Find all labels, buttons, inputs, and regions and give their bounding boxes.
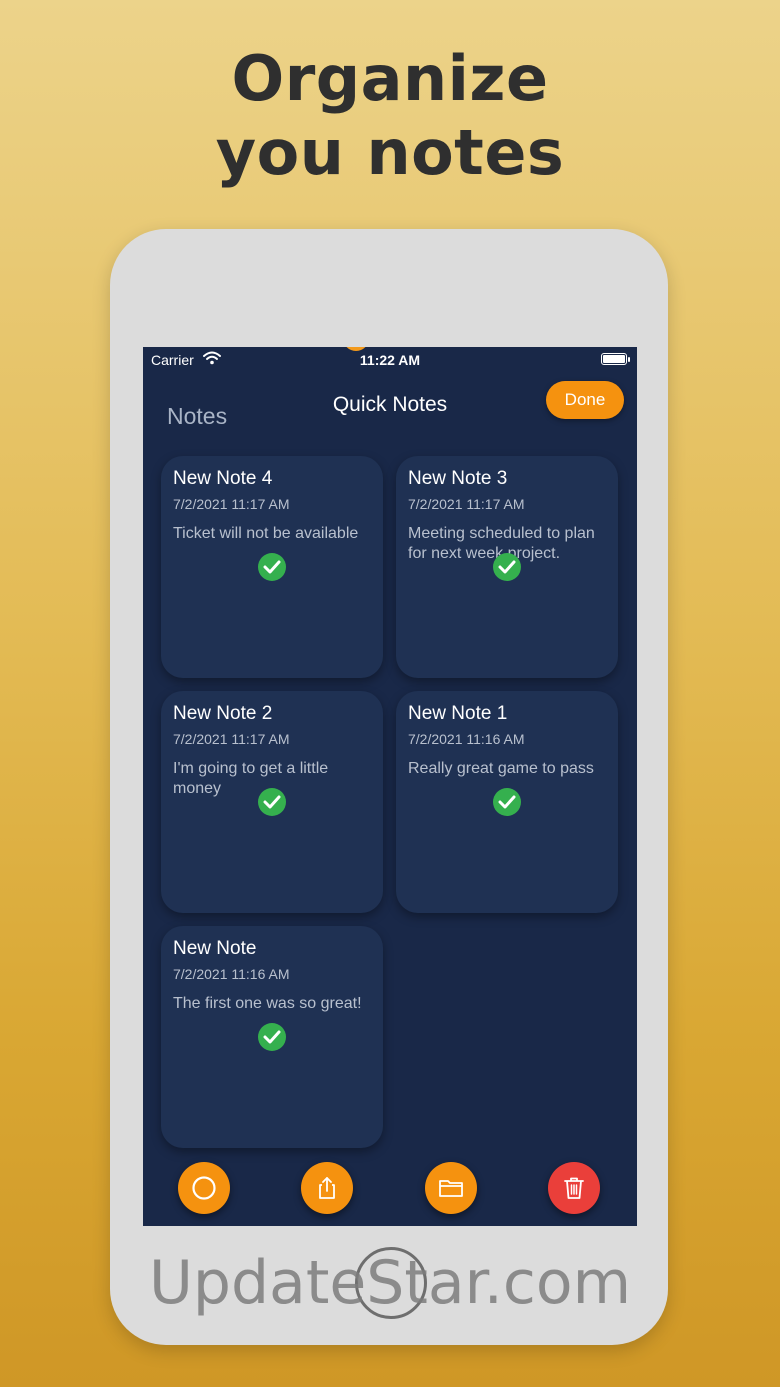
headline-line-2: you notes <box>215 116 565 189</box>
watermark: UpdateStar.com <box>148 1248 632 1318</box>
status-bar: Carrier 11:22 AM <box>143 347 637 373</box>
select-all-button[interactable] <box>178 1162 230 1214</box>
note-title: New Note <box>173 938 257 959</box>
share-icon <box>319 1177 335 1199</box>
battery-tip <box>628 357 630 362</box>
note-body: Really great game to pass <box>408 760 594 777</box>
note-title: New Note 4 <box>173 468 273 489</box>
note-card[interactable]: New Note 4 7/2/2021 11:17 AM Ticket will… <box>161 456 383 678</box>
note-card[interactable]: New Note 2 7/2/2021 11:17 AM I'm going t… <box>161 691 383 913</box>
note-body: The first one was so great! <box>173 995 362 1012</box>
note-title: New Note 1 <box>408 703 508 724</box>
done-button[interactable]: Done <box>546 381 624 419</box>
trash-icon <box>564 1177 584 1199</box>
delete-button[interactable] <box>548 1162 600 1214</box>
note-card[interactable]: New Note 7/2/2021 11:16 AM The first one… <box>161 926 383 1148</box>
move-to-folder-button[interactable] <box>425 1162 477 1214</box>
share-button[interactable] <box>301 1162 353 1214</box>
status-time: 11:22 AM <box>359 352 421 368</box>
note-date: 7/2/2021 11:17 AM <box>173 731 290 747</box>
note-date: 7/2/2021 11:17 AM <box>173 496 290 512</box>
headline-line-1: Organize <box>231 42 549 115</box>
checkmark-icon <box>258 788 286 816</box>
note-date: 7/2/2021 11:16 AM <box>408 731 525 747</box>
checkmark-icon <box>258 553 286 581</box>
circle-select-icon <box>192 1176 216 1200</box>
checkmark-icon <box>258 1023 286 1051</box>
checkmark-icon <box>493 788 521 816</box>
checkmark-icon <box>493 553 521 581</box>
note-date: 7/2/2021 11:16 AM <box>173 966 290 982</box>
folder-icon <box>439 1180 463 1197</box>
app-screen: Carrier 11:22 AM Notes Quick Notes Done … <box>143 347 637 1226</box>
note-date: 7/2/2021 11:17 AM <box>408 496 525 512</box>
note-title: New Note 3 <box>408 468 508 489</box>
note-title: New Note 2 <box>173 703 273 724</box>
note-card[interactable]: New Note 1 7/2/2021 11:16 AM Really grea… <box>396 691 618 913</box>
note-body: Ticket will not be available <box>173 525 359 542</box>
notch-indicator <box>343 347 369 351</box>
note-card[interactable]: New Note 3 7/2/2021 11:17 AM Meeting sch… <box>396 456 618 678</box>
battery-icon <box>601 353 627 365</box>
headline: Organize you notes <box>0 42 780 190</box>
